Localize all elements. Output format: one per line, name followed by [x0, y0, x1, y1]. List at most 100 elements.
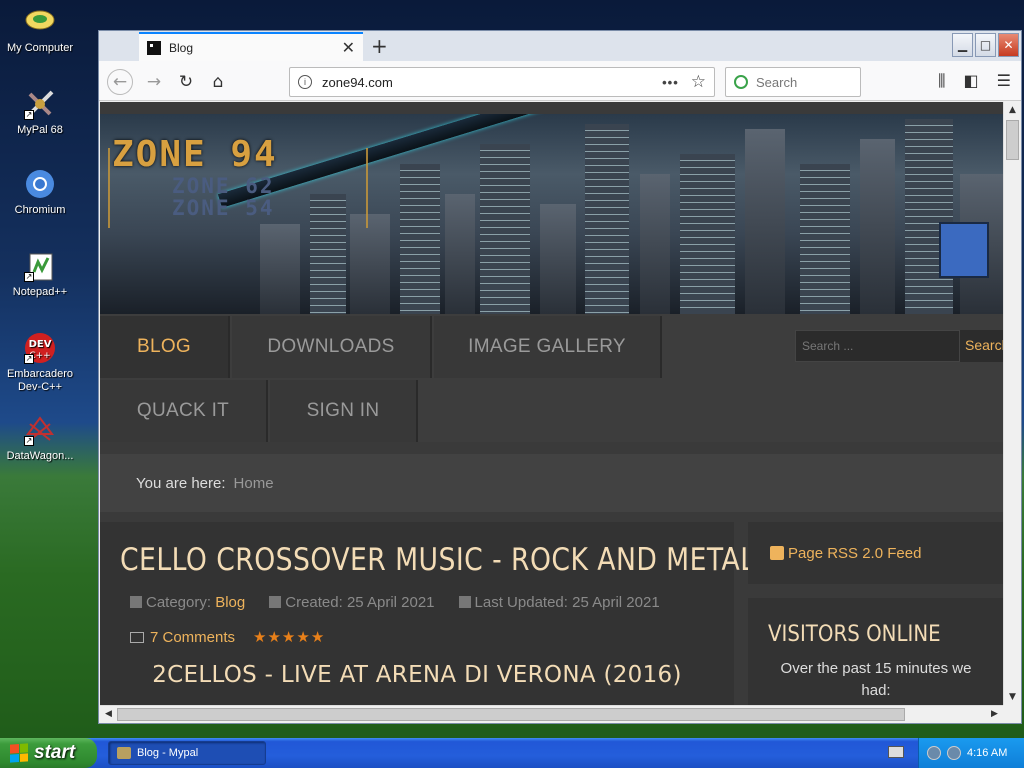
minimize-button[interactable]: ▁	[952, 33, 973, 57]
start-label: start	[34, 742, 76, 763]
close-window-button[interactable]: ✕	[998, 33, 1019, 57]
bookmark-star-icon[interactable]: ☆	[691, 72, 706, 92]
breadcrumb-prefix: You are here:	[136, 474, 226, 492]
menu-item-downloads[interactable]: DOWNLOADS	[232, 316, 432, 378]
rating-stars[interactable]: ★★★★★	[253, 628, 325, 646]
taskbar: start Blog - Mypal 4:16 AM	[0, 738, 1024, 768]
vertical-scroll-thumb[interactable]	[1006, 120, 1019, 160]
article-title[interactable]: CELLO CROSSOVER MUSIC - ROCK AND METAL	[120, 542, 755, 578]
shortcut-arrow-icon: ↗	[24, 272, 34, 282]
devcpp-icon: DEV C++ ↗	[24, 332, 56, 364]
site-search-button[interactable]: Search	[960, 330, 1003, 362]
calendar-icon	[269, 596, 282, 608]
desktop-icon-devcpp[interactable]: DEV C++ ↗ Embarcadero Dev-C++	[0, 332, 80, 394]
menu-item-quack-it[interactable]: QUACK IT	[100, 380, 268, 442]
desktop-icon-label: Chromium	[14, 204, 66, 216]
desktop-icon-chromium[interactable]: Chromium	[0, 168, 80, 217]
desktop-icon-my-computer[interactable]: My Computer	[0, 6, 80, 55]
menu-item-blog[interactable]: BLOG	[100, 316, 230, 378]
scroll-up-icon[interactable]: ▲	[1004, 102, 1021, 119]
desktop-icon-mypal[interactable]: ↗ MyPal 68	[0, 88, 80, 137]
desktop-icon-notepadpp[interactable]: ↗ Notepad++	[0, 250, 80, 299]
keyboard-icon[interactable]	[888, 746, 904, 758]
tab-close-icon[interactable]: ✕	[342, 38, 355, 57]
article: CELLO CROSSOVER MUSIC - ROCK AND METAL C…	[100, 522, 755, 706]
menu-item-image-gallery[interactable]: IMAGE GALLERY	[434, 316, 662, 378]
forward-button[interactable]: →	[141, 69, 167, 95]
visitors-title: VISITORS ONLINE	[768, 622, 941, 647]
library-icon[interactable]: ⫼	[938, 71, 945, 91]
visitors-text: Over the past 15 minutes we had:	[780, 660, 972, 699]
site-menu: BLOG DOWNLOADS IMAGE GALLERY QUACK IT SI…	[100, 314, 1003, 442]
comments-link[interactable]: 7 Comments	[130, 629, 235, 646]
network-icon[interactable]	[927, 746, 941, 760]
task-label: Blog - Mypal	[137, 747, 199, 759]
shortcut-arrow-icon: ↗	[24, 436, 34, 446]
desktop-icon-label: Notepad++	[12, 286, 68, 298]
horizontal-scroll-thumb[interactable]	[117, 708, 905, 721]
start-button[interactable]: start	[0, 738, 97, 768]
tab-bar: Blog ✕ + ▁ □ ✕	[99, 31, 1021, 61]
desktop-icon-datawagon[interactable]: ↗ DataWagon...	[0, 414, 80, 463]
maximize-button[interactable]: □	[975, 33, 996, 57]
menu-item-sign-in[interactable]: SIGN IN	[270, 380, 418, 442]
article-updated: Last Updated: 25 April 2021	[458, 594, 660, 611]
site-banner: ZONE 94 ZONE 62 ZONE 54	[100, 114, 1003, 314]
svg-text:DEV: DEV	[29, 339, 52, 350]
tab-blog[interactable]: Blog ✕	[139, 32, 363, 61]
calendar-icon	[458, 596, 471, 608]
reload-button[interactable]: ↻	[173, 69, 199, 95]
system-tray: 4:16 AM	[918, 738, 1024, 768]
mypal-task-icon	[117, 747, 131, 759]
scroll-corner	[1003, 705, 1020, 722]
clock[interactable]: 4:16 AM	[967, 747, 1007, 759]
article-created: Created: 25 April 2021	[269, 594, 435, 611]
updated-date: Last Updated: 25 April 2021	[474, 594, 660, 611]
toolbar-icons: ⫼ ◧ ☰	[938, 71, 1011, 91]
site-favicon-icon	[147, 40, 161, 55]
home-button[interactable]: ⌂	[205, 69, 231, 95]
visitors-online-box: VISITORS ONLINE Over the past 15 minutes…	[748, 598, 1003, 706]
navigation-bar: ← → ↻ ⌂ i zone94.com ••• ☆ Search ⫼ ◧ ☰	[99, 61, 1021, 101]
breadcrumb-home: Home	[233, 474, 274, 492]
url-bar[interactable]: i zone94.com ••• ☆	[289, 67, 715, 97]
tab-title: Blog	[169, 40, 194, 55]
rss-feed-link[interactable]: Page RSS 2.0 Feed	[748, 522, 1003, 584]
windows-logo-icon	[10, 743, 28, 763]
rss-icon	[770, 546, 784, 560]
article-meta: Category: Blog Created: 25 April 2021 La…	[130, 594, 660, 611]
scroll-right-icon[interactable]: ▶	[986, 706, 1003, 723]
article-subtitle: 2CELLOS - LIVE AT ARENA DI VERONA (2016)	[152, 662, 682, 688]
billboard-screen	[939, 222, 989, 278]
search-engine-icon	[734, 75, 748, 89]
article-meta-2: 7 Comments ★★★★★	[130, 628, 325, 646]
site-search-input[interactable]: Search ...	[795, 330, 960, 362]
menu-icon[interactable]: ☰	[997, 71, 1011, 91]
browser-search-input[interactable]: Search	[725, 67, 861, 97]
url-text: zone94.com	[322, 74, 393, 90]
rss-label: Page RSS 2.0 Feed	[788, 544, 922, 562]
page-viewport: ZONE 94 ZONE 62 ZONE 54 BLOG DOWNLOADS I…	[100, 102, 1003, 706]
desktop-icon-label: Embarcadero Dev-C++	[6, 368, 74, 393]
shortcut-arrow-icon: ↗	[24, 110, 34, 120]
taskbar-item-mypal[interactable]: Blog - Mypal	[108, 741, 266, 765]
horizontal-scrollbar[interactable]: ◀ ▶	[100, 705, 1003, 722]
site-logo[interactable]: ZONE 94 ZONE 62 ZONE 54	[108, 134, 368, 228]
volume-icon[interactable]	[947, 746, 961, 760]
comments-count: 7 Comments	[150, 628, 236, 646]
shortcut-arrow-icon: ↗	[24, 354, 34, 364]
mypal-icon: ↗	[24, 88, 56, 120]
comment-icon	[130, 631, 144, 643]
scroll-down-icon[interactable]: ▼	[1004, 689, 1021, 706]
window-controls: ▁ □ ✕	[952, 33, 1019, 57]
datawagon-icon: ↗	[24, 414, 56, 446]
new-tab-icon[interactable]: +	[371, 34, 388, 58]
vertical-scrollbar[interactable]: ▲ ▼	[1003, 102, 1020, 706]
page-actions-icon[interactable]: •••	[662, 75, 679, 90]
site-info-icon[interactable]: i	[298, 75, 312, 89]
category-link[interactable]: Blog	[215, 594, 245, 611]
back-button[interactable]: ←	[107, 69, 133, 95]
created-date: Created: 25 April 2021	[285, 594, 435, 611]
sidebar-icon[interactable]: ◧	[964, 71, 979, 91]
scroll-left-icon[interactable]: ◀	[100, 706, 117, 723]
